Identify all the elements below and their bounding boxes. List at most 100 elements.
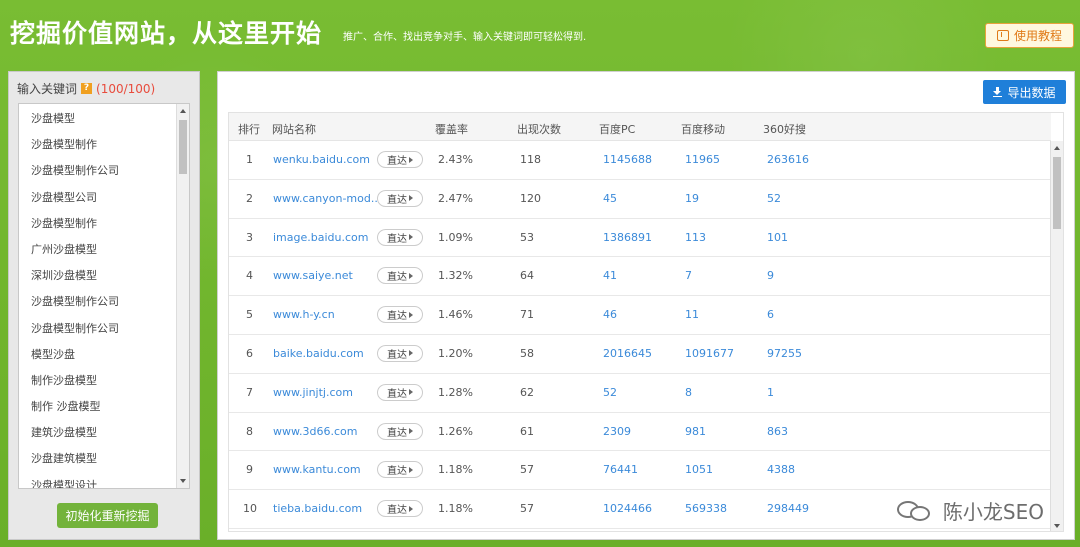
cell-360[interactable]: 52 [767,192,781,205]
table-row: 1 wenku.baidu.com 2.43% 118 1145688 11965 2636… [229,141,1051,180]
cell-baidu-mobile[interactable]: 19 [685,192,699,205]
cell-site-link[interactable]: www.jinjtj.com [273,386,353,399]
keyword-item: 沙盘模型制作 [31,216,97,230]
cell-360[interactable]: 9 [767,269,774,282]
go-direct-button[interactable]: 直达 [377,228,423,246]
scroll-down-icon[interactable] [1054,524,1060,528]
cell-360[interactable]: 4388 [767,463,795,476]
go-direct-label: 直达 [387,388,407,400]
export-data-label: 导出数据 [1007,85,1056,100]
keyword-scrollbar[interactable] [176,104,189,488]
cell-baidu-pc[interactable]: 46 [603,308,617,321]
cell-baidu-pc[interactable]: 45 [603,192,617,205]
go-direct-button[interactable]: 直达 [377,306,423,324]
col-coverage[interactable]: 覆盖率 [435,121,468,137]
keyword-item: 制作 沙盘模型 [31,400,101,414]
go-direct-button[interactable]: 直达 [377,267,423,285]
scroll-up-icon[interactable] [1054,146,1060,150]
go-direct-button[interactable]: 直达 [377,461,423,479]
export-data-button[interactable]: 导出数据 [983,80,1066,104]
keyword-item: 深圳沙盘模型 [31,269,97,283]
cell-baidu-pc[interactable]: 2309 [603,425,631,438]
cell-baidu-pc[interactable]: 52 [603,386,617,399]
keyword-item: 制作沙盘模型 [31,373,97,387]
cell-baidu-mobile[interactable]: 11965 [685,153,720,166]
cell-360[interactable]: 6 [767,308,774,321]
cell-rank: 10 [243,502,257,516]
go-direct-label: 直达 [387,466,407,478]
cell-site-link[interactable]: www.canyon-mod... [273,192,381,205]
cell-count: 62 [520,385,534,399]
cell-rank: 5 [246,308,253,322]
watermark: 陈小龙SEO [896,496,1044,525]
cell-baidu-pc[interactable]: 1386891 [603,231,652,244]
cell-site-link[interactable]: wenku.baidu.com [273,153,370,166]
cell-360[interactable]: 1 [767,386,774,399]
cell-site-link[interactable]: image.baidu.com [273,231,368,244]
cell-coverage: 1.46% [438,308,473,322]
cell-site-link[interactable]: www.h-y.cn [273,308,335,321]
go-direct-button[interactable]: 直达 [377,151,423,168]
cell-360[interactable]: 97255 [767,347,802,360]
keyword-panel: 输入关键词 ? (100/100) 沙盘模型 沙盘模型制作 沙盘模型制作公司 沙盘模型… [8,71,200,540]
keyword-item: 模型沙盘 [31,347,75,361]
watermark-text: 陈小龙SEO [942,500,1044,524]
scroll-thumb[interactable] [1053,157,1061,229]
cell-coverage: 1.20% [438,346,473,360]
col-baidu-mobile[interactable]: 百度移动 [681,121,725,137]
cell-baidu-pc[interactable]: 1145688 [603,153,652,166]
col-rank[interactable]: 排行 [238,121,260,137]
go-direct-button[interactable]: 直达 [377,422,423,440]
cell-site-link[interactable]: www.kantu.com [273,463,361,476]
play-arrow-icon [409,311,413,318]
col-baidu-pc[interactable]: 百度PC [599,121,635,137]
cell-baidu-mobile[interactable]: 1051 [685,463,713,476]
go-direct-button[interactable]: 直达 [377,383,423,401]
go-direct-label: 直达 [387,272,407,284]
cell-baidu-mobile[interactable]: 8 [685,386,692,399]
cell-rank: 3 [246,230,253,244]
cell-baidu-mobile[interactable]: 113 [685,231,706,244]
col-count[interactable]: 出现次数 [517,121,561,137]
scroll-up-icon[interactable] [180,109,186,113]
cell-coverage: 1.09% [438,230,473,244]
cell-baidu-mobile[interactable]: 7 [685,269,692,282]
cell-site-link[interactable]: www.saiye.net [273,269,353,282]
cell-360[interactable]: 298449 [767,502,809,515]
keyword-item: 沙盘模型制作 [31,138,97,152]
help-tutorial-button[interactable]: 使用教程 [985,23,1074,48]
cell-site-link[interactable]: www.3d66.com [273,425,357,438]
cell-count: 58 [520,346,534,360]
cell-rank: 8 [246,424,253,438]
scroll-down-icon[interactable] [180,479,186,483]
col-site[interactable]: 网站名称 [272,121,316,137]
cell-360[interactable]: 863 [767,425,788,438]
cell-360[interactable]: 263616 [767,153,809,166]
cell-baidu-pc[interactable]: 76441 [603,463,638,476]
keyword-item: 建筑沙盘模型 [31,426,97,440]
go-direct-button[interactable]: 直达 [377,344,423,362]
scroll-thumb[interactable] [179,120,187,174]
cell-baidu-pc[interactable]: 2016645 [603,347,652,360]
cell-site-link[interactable]: baike.baidu.com [273,347,364,360]
cell-baidu-mobile[interactable]: 11 [685,308,699,321]
cell-coverage: 1.18% [438,463,473,477]
keyword-textarea[interactable]: 沙盘模型 沙盘模型制作 沙盘模型制作公司 沙盘模型公司 沙盘模型制作 广州沙盘模型 深圳沙盘… [18,103,190,489]
header: 挖掘价值网站，从这里开始 推广、合作、找出竞争对手、输入关键词即可轻松得到. 使… [0,0,1080,66]
cell-baidu-pc[interactable]: 1024466 [603,502,652,515]
cell-baidu-mobile[interactable]: 1091677 [685,347,734,360]
cell-360[interactable]: 101 [767,231,788,244]
question-icon[interactable]: ? [81,83,93,94]
go-direct-button[interactable]: 直达 [377,189,423,207]
table-scrollbar[interactable] [1050,141,1063,531]
keyword-label: 输入关键词 [17,82,78,96]
table-body: 1 wenku.baidu.com 2.43% 118 1145688 11965 2636… [229,141,1051,529]
cell-site-link[interactable]: tieba.baidu.com [273,502,362,515]
cell-baidu-mobile[interactable]: 569338 [685,502,727,515]
play-arrow-icon [409,428,413,435]
cell-baidu-mobile[interactable]: 981 [685,425,706,438]
reset-mine-button[interactable]: 初始化重新挖掘 [57,503,158,528]
go-direct-button[interactable]: 直达 [377,500,423,518]
col-360[interactable]: 360好搜 [763,121,806,137]
cell-baidu-pc[interactable]: 41 [603,269,617,282]
